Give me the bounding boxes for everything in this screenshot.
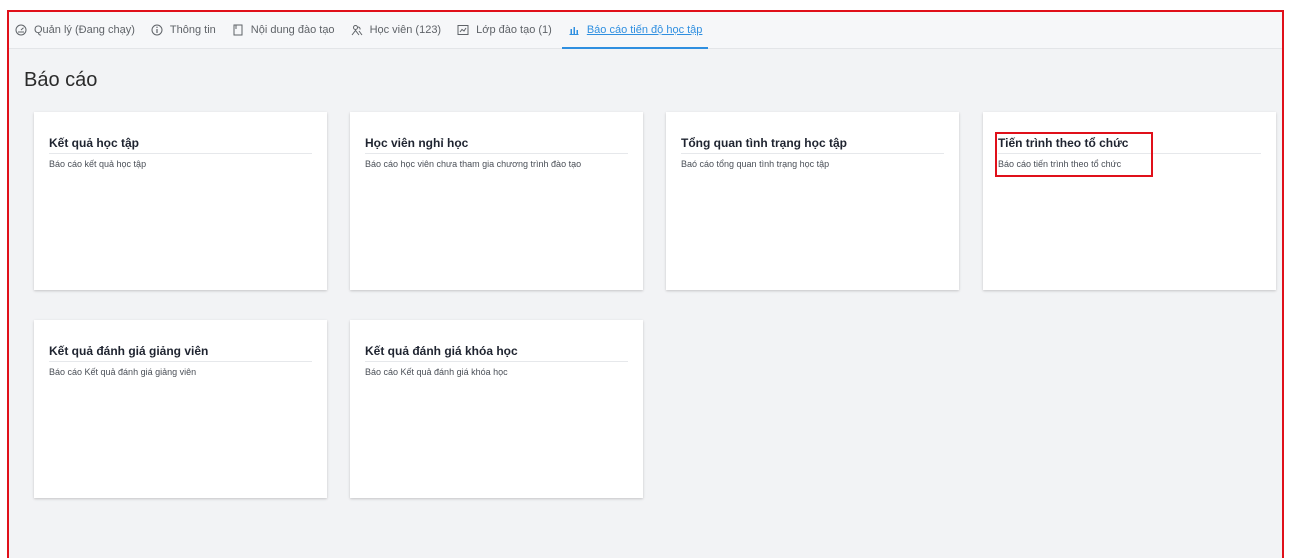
tab-thong-tin[interactable]: Thông tin bbox=[151, 12, 216, 49]
tab-label: Học viên (123) bbox=[369, 24, 442, 36]
report-frame: Quản lý (Đang chạy) Thông tin Nội dung đ… bbox=[7, 10, 1284, 558]
tab-label: Quản lý (Đang chạy) bbox=[34, 24, 135, 36]
tab-bao-cao-tien-do[interactable]: Báo cáo tiến độ học tập bbox=[561, 12, 708, 49]
chart-box-icon bbox=[457, 25, 469, 35]
tab-hoc-vien[interactable]: Học viên (123) bbox=[351, 12, 442, 49]
tab-noi-dung-dao-tao[interactable]: Nội dung đào tạo bbox=[232, 12, 335, 49]
card-title: Kết quả đánh giá khóa học bbox=[365, 344, 628, 362]
tab-lop-dao-tao[interactable]: Lớp đào tạo (1) bbox=[457, 12, 552, 49]
gauge-icon bbox=[15, 24, 27, 36]
tab-label: Nội dung đào tạo bbox=[250, 24, 335, 36]
info-icon bbox=[151, 24, 163, 36]
card-description: Báo cáo tiến trình theo tổ chức bbox=[998, 159, 1122, 169]
tab-label: Thông tin bbox=[169, 24, 216, 36]
card-description: Báo cáo Kết quả đánh giá khóa học bbox=[365, 367, 508, 377]
card-title: Kết quả học tập bbox=[49, 136, 312, 154]
users-icon bbox=[351, 25, 362, 36]
document-icon bbox=[233, 24, 243, 36]
card-title: Tiến trình theo tổ chức bbox=[998, 136, 1261, 154]
report-card-ket-qua-hoc-tap[interactable]: Kết quả học tập Báo cáo kết quả học tập bbox=[34, 112, 327, 290]
report-card-hoc-vien-nghi-hoc[interactable]: Học viên nghỉ học Báo cáo học viên chưa … bbox=[350, 112, 643, 290]
tab-label: Lớp đào tạo (1) bbox=[476, 24, 552, 36]
tab-bar: Quản lý (Đang chạy) Thông tin Nội dung đ… bbox=[9, 12, 1282, 49]
tab-label: Báo cáo tiến độ học tập bbox=[586, 24, 703, 36]
card-title: Kết quả đánh giá giảng viên bbox=[49, 344, 312, 362]
card-description: Báo cáo Kết quả đánh giá giảng viên bbox=[49, 367, 197, 377]
report-card-danh-gia-giang-vien[interactable]: Kết quả đánh giá giảng viên Báo cáo Kết … bbox=[34, 320, 327, 498]
card-description: Báo cáo học viên chưa tham gia chương tr… bbox=[365, 159, 582, 169]
bar-chart-icon bbox=[569, 27, 579, 35]
card-title: Học viên nghỉ học bbox=[365, 136, 628, 154]
card-description: Báo cáo kết quả học tập bbox=[49, 159, 147, 169]
page-title: Báo cáo bbox=[24, 69, 98, 91]
tab-quan-ly[interactable]: Quản lý (Đang chạy) bbox=[15, 12, 135, 49]
card-description: Baó cáo tổng quan tình trạng học tập bbox=[681, 159, 830, 169]
report-card-tien-trinh-to-chuc[interactable]: Tiến trình theo tổ chức Báo cáo tiến trì… bbox=[983, 112, 1276, 290]
report-card-danh-gia-khoa-hoc[interactable]: Kết quả đánh giá khóa học Báo cáo Kết qu… bbox=[350, 320, 643, 498]
card-title: Tổng quan tình trạng học tập bbox=[681, 136, 944, 154]
report-card-tong-quan[interactable]: Tổng quan tình trạng học tập Baó cáo tổn… bbox=[666, 112, 959, 290]
